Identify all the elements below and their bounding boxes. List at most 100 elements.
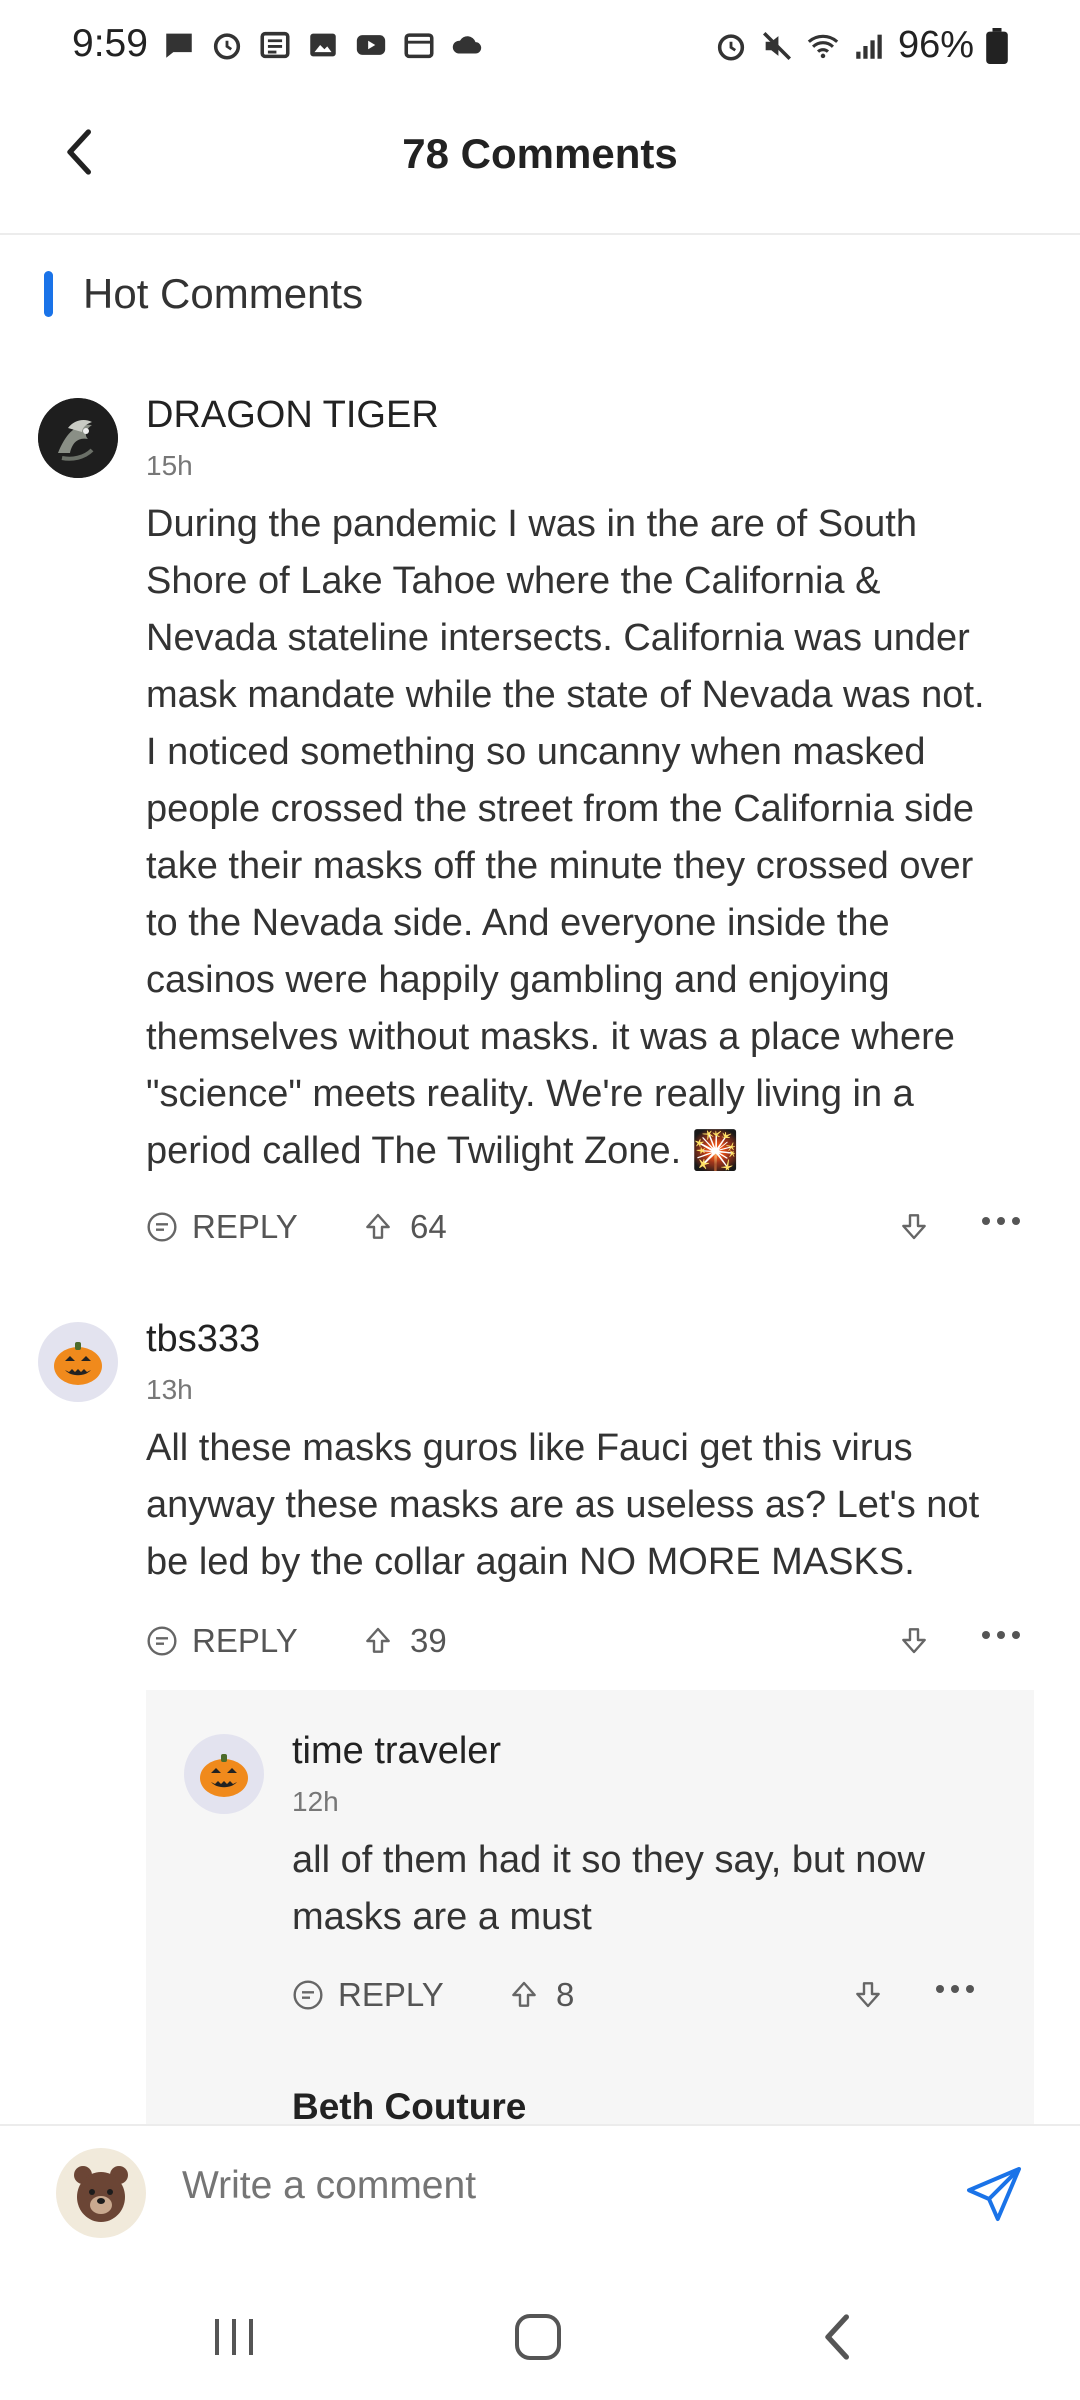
arrow-down-icon xyxy=(902,1628,926,1654)
avatar[interactable] xyxy=(38,1322,118,1402)
section-accent-bar xyxy=(44,271,53,317)
more-button[interactable] xyxy=(934,1968,976,2020)
page-title: 78 Comments xyxy=(402,130,678,177)
upvote-count: 39 xyxy=(410,1622,447,1659)
comment-author[interactable]: DRAGON TIGER xyxy=(146,394,439,437)
upvote-button[interactable]: 64 xyxy=(362,1208,447,1246)
system-icons: 96% xyxy=(714,24,1008,67)
pumpkin-avatar-icon xyxy=(200,1754,248,1797)
comment-line: themselves without masks. it was a place… xyxy=(146,1016,955,1058)
back-nav-button[interactable] xyxy=(798,2302,878,2372)
reply-body: all of them had it so they say, but now … xyxy=(292,1832,1012,1946)
comment-line: mask mandate while the state of Nevada w… xyxy=(146,674,985,716)
more-horizontal-icon xyxy=(982,1217,1020,1225)
comment-line: Shore of Lake Tahoe where the California… xyxy=(146,560,881,602)
comment-time: 13h xyxy=(146,1374,193,1405)
recent-apps-button[interactable] xyxy=(194,2302,274,2372)
comment-line: Nevada stateline intersects. California … xyxy=(146,617,970,659)
comment-actions: REPLY 64 xyxy=(146,1208,1034,1258)
arrow-down-icon xyxy=(856,1982,880,2008)
more-button[interactable] xyxy=(980,1200,1022,1252)
comment-line: period called The Twilight Zone. 🎇 xyxy=(146,1130,740,1172)
header: 78 Comments xyxy=(0,90,1080,235)
section-header: Hot Comments xyxy=(44,270,363,318)
status-bar: 9:59 96% xyxy=(0,0,1080,90)
reply-time: 12h xyxy=(292,1786,339,1817)
downvote-button[interactable] xyxy=(852,1978,884,2015)
comment-line: anyway these masks are as useless as? Le… xyxy=(146,1484,980,1526)
pumpkin-avatar-icon xyxy=(54,1342,102,1385)
more-button[interactable] xyxy=(980,1614,1022,1666)
comment-author[interactable]: tbs333 xyxy=(146,1318,260,1361)
arrow-up-icon xyxy=(366,1213,390,1239)
arrow-up-icon xyxy=(366,1627,390,1653)
comment-body: All these masks guros like Fauci get thi… xyxy=(146,1420,1046,1591)
reply-line: all of them had it so they say, but now xyxy=(292,1839,925,1881)
youtube-icon xyxy=(356,35,386,55)
more-horizontal-icon xyxy=(982,1631,1020,1639)
chevron-left-icon xyxy=(825,2314,849,2360)
system-navigation-bar xyxy=(0,2272,1080,2400)
home-button[interactable] xyxy=(498,2302,578,2372)
comment-time: 15h xyxy=(146,450,193,481)
battery-percent: 96% xyxy=(897,24,974,66)
upvote-button[interactable]: 8 xyxy=(508,1976,574,2014)
status-time: 9:59 xyxy=(72,22,148,65)
avatar[interactable] xyxy=(38,398,118,478)
reply-label: REPLY xyxy=(338,1976,444,2013)
comment-line: be led by the collar again NO MORE MASKS… xyxy=(146,1541,915,1583)
reply-thread: time traveler 12h all of them had it so … xyxy=(146,1690,1034,2130)
comment-line: to the Nevada side. And everyone inside … xyxy=(146,902,890,944)
comment-line: "science" meets reality. We're really li… xyxy=(146,1073,914,1115)
bear-avatar-icon xyxy=(74,2166,128,2222)
upvote-count: 64 xyxy=(410,1208,447,1245)
message-icon xyxy=(166,33,192,58)
comment-body: During the pandemic I was in the are of … xyxy=(146,496,1046,1180)
reply-icon xyxy=(293,1980,323,2010)
upvote-button[interactable]: 39 xyxy=(362,1622,447,1660)
wifi-icon xyxy=(807,34,839,58)
avatar[interactable] xyxy=(56,2148,146,2238)
upvote-count: 8 xyxy=(556,1976,575,2013)
reply-icon xyxy=(147,1626,177,1656)
comment-input[interactable] xyxy=(182,2164,942,2208)
more-horizontal-icon xyxy=(936,1985,974,1993)
home-icon xyxy=(515,2314,561,2360)
comment-line: take their masks off the minute they cro… xyxy=(146,845,974,887)
comment-actions: REPLY 39 xyxy=(146,1622,1034,1672)
reply-button[interactable]: REPLY xyxy=(292,1976,444,2014)
avatar[interactable] xyxy=(184,1734,264,1814)
reply-label: REPLY xyxy=(192,1208,298,1245)
reply-author[interactable]: Beth Couture xyxy=(292,2086,526,2128)
reply-label: REPLY xyxy=(192,1622,298,1659)
reply-author[interactable]: time traveler xyxy=(292,1730,501,1773)
reply-button[interactable]: REPLY xyxy=(146,1622,298,1660)
calendar-icon xyxy=(404,33,434,59)
section-title: Hot Comments xyxy=(83,270,364,317)
arrow-up-icon xyxy=(512,1981,536,2007)
reply-icon xyxy=(147,1212,177,1242)
battery-icon xyxy=(986,27,1008,64)
dragon-avatar-icon xyxy=(38,398,118,478)
send-icon xyxy=(967,2167,1021,2221)
signal-icon xyxy=(856,34,882,59)
alarm-icon xyxy=(717,33,745,61)
recent-apps-icon xyxy=(215,2319,253,2355)
comment-line: I noticed something so uncanny when mask… xyxy=(146,731,926,773)
gallery-icon xyxy=(310,33,336,57)
notification-icons xyxy=(162,28,484,62)
comment-line: casinos were happily gambling and enjoyi… xyxy=(146,959,890,1001)
reply-button[interactable]: REPLY xyxy=(146,1208,298,1246)
downvote-button[interactable] xyxy=(898,1210,930,1247)
comment-composer xyxy=(0,2124,1080,2272)
downvote-button[interactable] xyxy=(898,1624,930,1661)
reply-actions: REPLY 8 xyxy=(292,1976,992,2026)
alarm-icon xyxy=(213,33,241,60)
news-icon xyxy=(260,31,290,59)
reply-line: masks are a must xyxy=(292,1896,592,1938)
arrow-down-icon xyxy=(902,1214,926,1240)
send-button[interactable] xyxy=(964,2164,1024,2224)
comment-line: All these masks guros like Fauci get thi… xyxy=(146,1427,913,1469)
comment-line: During the pandemic I was in the are of … xyxy=(146,503,918,545)
comment-line: people crossed the street from the Calif… xyxy=(146,788,974,830)
